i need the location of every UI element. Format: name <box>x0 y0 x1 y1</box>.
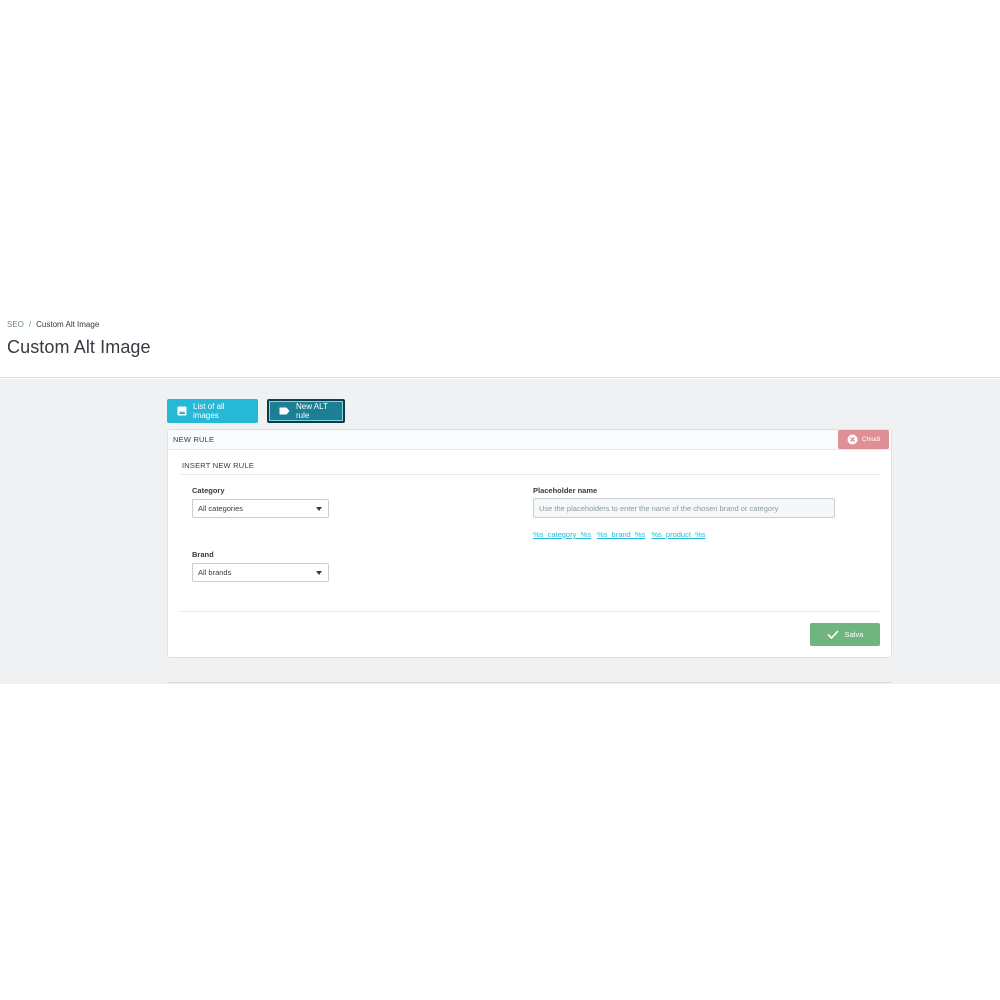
token-brand-link[interactable]: %s_brand_%s <box>597 530 645 539</box>
panel-footer-divider <box>180 611 881 612</box>
image-icon <box>177 406 187 416</box>
save-button[interactable]: Salva <box>810 623 880 646</box>
token-category-link[interactable]: %s_category_%s <box>533 530 591 539</box>
check-icon <box>827 630 839 639</box>
brand-select-value: All brands <box>198 568 232 577</box>
close-circle-icon <box>847 434 858 445</box>
legend-divider <box>180 474 881 475</box>
brand-select[interactable]: All brands <box>192 563 329 582</box>
placeholder-name-input[interactable] <box>533 498 835 518</box>
panel-heading: NEW RULE Chiudi <box>168 430 891 450</box>
save-label: Salva <box>844 630 864 639</box>
caret-down-icon <box>316 507 322 511</box>
panel-title: NEW RULE <box>173 435 215 444</box>
new-alt-rule-label: New ALT rule <box>296 402 328 420</box>
brand-label: Brand <box>192 550 214 559</box>
close-button[interactable]: Chiudi <box>838 430 889 449</box>
content-divider <box>167 682 891 683</box>
placeholder-name-label: Placeholder name <box>533 486 598 495</box>
caret-down-icon <box>316 571 322 575</box>
token-product-link[interactable]: %s_product_%s <box>651 530 705 539</box>
category-select-value: All categories <box>198 504 244 513</box>
breadcrumb-item-seo[interactable]: SEO <box>7 320 24 329</box>
breadcrumb-current: Custom Alt Image <box>36 320 100 329</box>
close-label: Chiudi <box>861 436 881 443</box>
fieldset-legend: INSERT NEW RULE <box>182 461 254 470</box>
breadcrumb-separator: / <box>28 320 32 329</box>
page-header: SEO / Custom Alt Image Custom Alt Image <box>0 312 1000 378</box>
new-alt-rule-button[interactable]: New ALT rule <box>267 399 345 423</box>
page-title: Custom Alt Image <box>7 337 151 357</box>
placeholder-tokens: %s_category_%s %s_brand_%s %s_product_%s <box>533 530 706 539</box>
tag-icon <box>279 407 290 415</box>
list-all-images-button[interactable]: List of all images <box>167 399 258 423</box>
new-rule-panel: NEW RULE Chiudi INSERT NEW RULE Category… <box>167 429 892 658</box>
category-select[interactable]: All categories <box>192 499 329 518</box>
list-all-images-label: List of all images <box>193 402 225 420</box>
category-label: Category <box>192 486 225 495</box>
breadcrumb: SEO / Custom Alt Image <box>7 320 99 329</box>
